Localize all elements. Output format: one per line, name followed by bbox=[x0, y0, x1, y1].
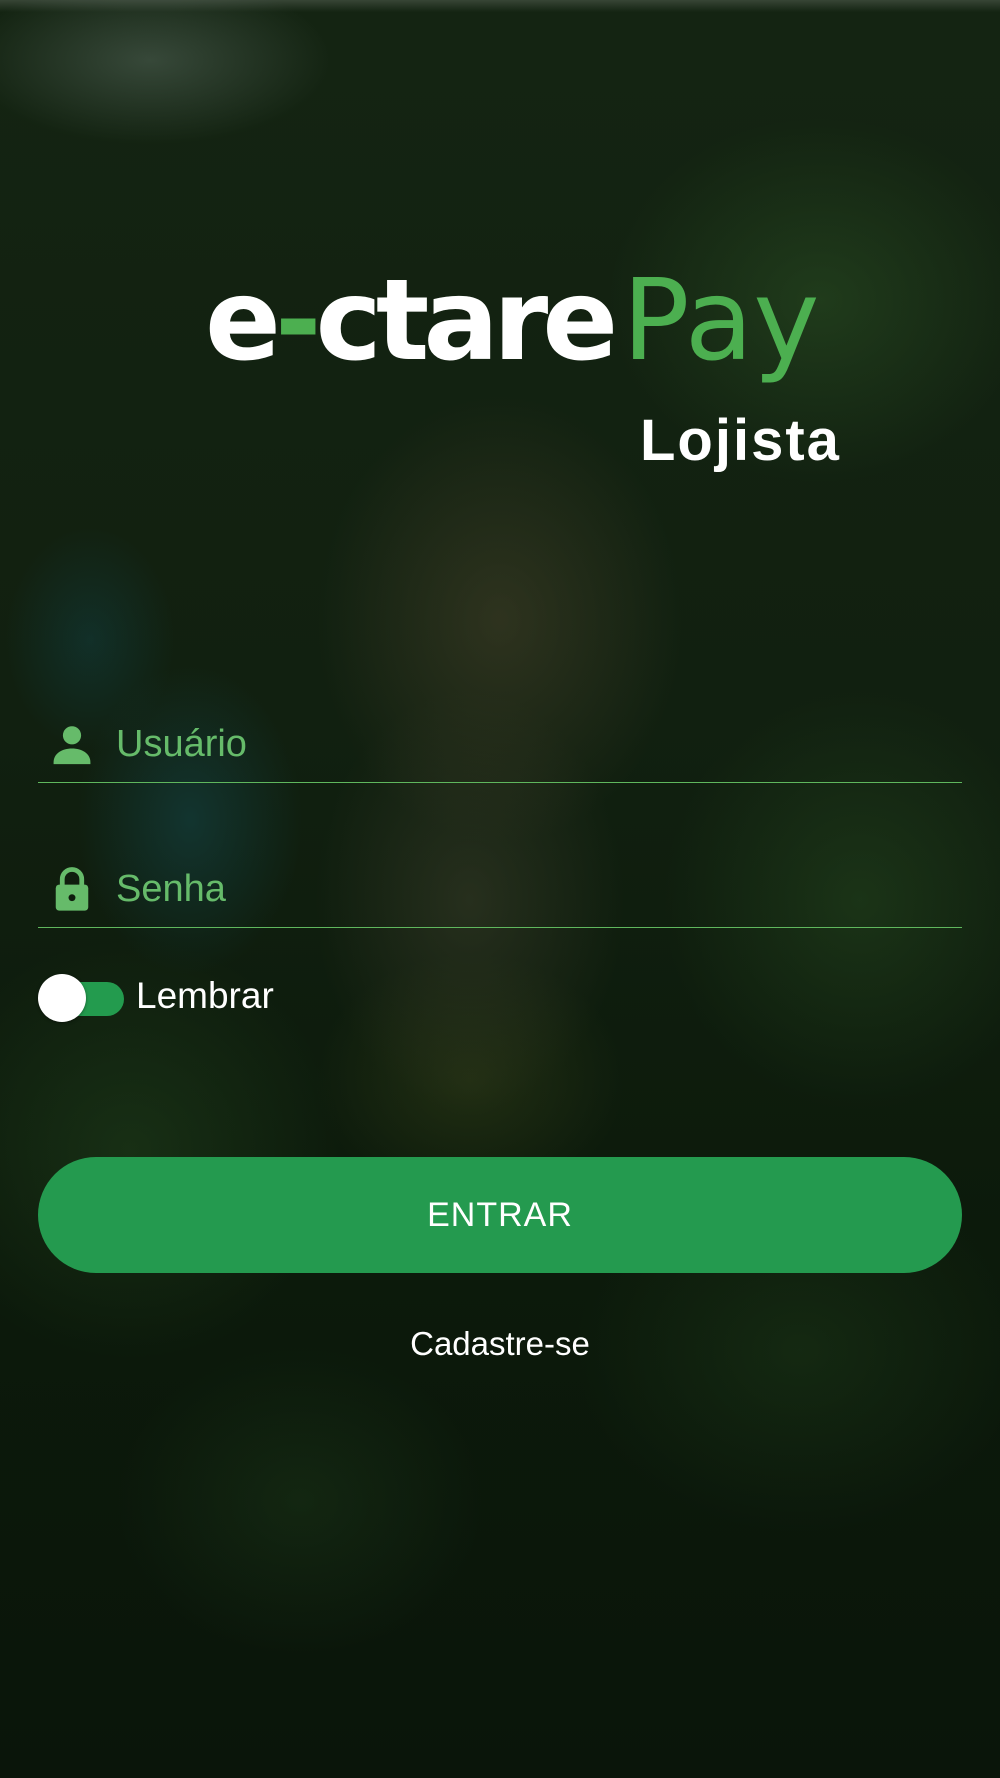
logo-leaf-dash: - bbox=[274, 256, 322, 386]
password-input[interactable] bbox=[116, 859, 936, 919]
register-link[interactable]: Cadastre-se bbox=[0, 1325, 1000, 1363]
logo-ctare: ctare bbox=[315, 256, 618, 386]
logo-wordmark: e-ctarePay bbox=[205, 265, 820, 377]
login-button[interactable]: ENTRAR bbox=[38, 1157, 962, 1273]
remember-toggle[interactable] bbox=[38, 974, 126, 1022]
logo-pay: Pay bbox=[622, 256, 820, 386]
password-field bbox=[38, 857, 962, 928]
remember-label: Lembrar bbox=[136, 975, 274, 1016]
remember-row: Lembrar bbox=[38, 968, 438, 1028]
person-icon bbox=[53, 726, 91, 765]
lock-icon bbox=[55, 867, 89, 911]
status-bar-shadow bbox=[0, 0, 1000, 12]
login-screen: e-ctarePay Lojista Lembrar ENTRAR Cadast… bbox=[0, 0, 1000, 1778]
toggle-knob bbox=[38, 974, 86, 1022]
logo-e: e bbox=[205, 256, 281, 386]
ectare-pay-logo: e-ctarePay bbox=[0, 255, 1000, 405]
username-field bbox=[38, 712, 962, 783]
username-input[interactable] bbox=[116, 714, 936, 774]
app-subtitle: Lojista bbox=[640, 408, 841, 473]
